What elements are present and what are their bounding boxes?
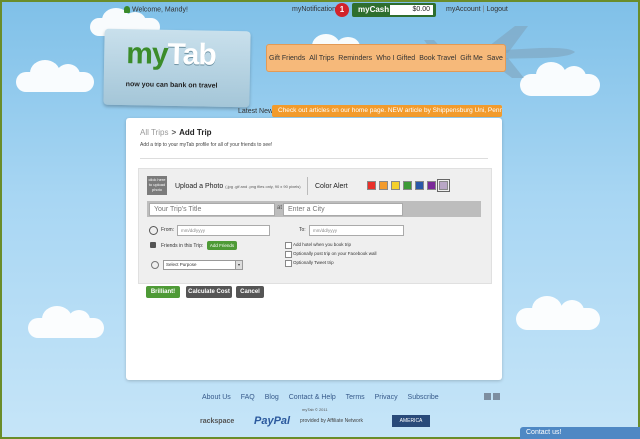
friends-label: Friends in this Trip: [161, 243, 204, 249]
calculate-cost-button[interactable]: Calculate Cost [186, 286, 232, 298]
cloud [28, 306, 104, 338]
divider [307, 177, 308, 195]
affiliate-network-logo[interactable]: provided by Affiliate Network [300, 418, 363, 424]
rackspace-logo[interactable]: rackspace [200, 418, 234, 425]
cloud [16, 60, 94, 92]
color-swatch-lavender[interactable] [437, 179, 450, 192]
add-trip-form: click here to upload photo Upload a Phot… [138, 168, 492, 284]
brilliant-button[interactable]: Brilliant! [146, 286, 180, 298]
mytab-logo[interactable]: myTab [126, 37, 216, 73]
page-subtitle: Add a trip to your myTab profile for all… [140, 142, 273, 148]
user-icon [124, 6, 130, 13]
main-nav: Gift Friends All Trips Reminders Who I G… [266, 44, 506, 72]
latest-news-ticker[interactable]: Check out articles on our home page. NEW… [272, 105, 502, 117]
color-swatch-green[interactable] [403, 181, 412, 190]
partner-logos: rackspace PayPal provided by Affiliate N… [196, 414, 436, 430]
chevron-down-icon: ▾ [235, 261, 242, 269]
color-swatch-yellow[interactable] [391, 181, 400, 190]
nav-who-i-gifted[interactable]: Who I Gifted [376, 55, 415, 62]
to-date-input[interactable]: mm/dd/yyyy [309, 225, 404, 236]
account-links: myAccount | Logout [446, 6, 508, 13]
footer-subscribe[interactable]: Subscribe [408, 394, 439, 401]
add-hotel-checkbox[interactable] [285, 242, 292, 249]
breadcrumb-all-trips[interactable]: All Trips [140, 128, 168, 137]
footer-about-us[interactable]: About Us [202, 394, 231, 401]
page-title: Add Trip [179, 128, 212, 137]
social-links [484, 393, 500, 400]
at-label: at [277, 205, 283, 211]
color-swatch-red[interactable] [367, 181, 376, 190]
copyright: myTab © 2011 [302, 407, 328, 412]
my-account-link[interactable]: myAccount [446, 6, 481, 13]
color-alert-label: Color Alert [315, 183, 348, 190]
add-purpose-icon[interactable] [151, 261, 159, 269]
top-bar: Welcome, Mandy! myNotifications 1 myCash… [0, 3, 640, 18]
from-date-input[interactable]: mm/dd/yyyy [177, 225, 270, 236]
add-friends-button[interactable]: Add Friends [207, 241, 237, 250]
footer-contact-help[interactable]: Contact & Help [289, 394, 336, 401]
footer-terms[interactable]: Terms [346, 394, 365, 401]
from-label: From: [161, 227, 175, 233]
contact-us-tab[interactable]: Contact us! [520, 427, 640, 439]
upload-photo-button[interactable]: click here to upload photo [147, 176, 167, 195]
notification-count-badge[interactable]: 1 [335, 3, 349, 17]
trip-title-input[interactable]: Your Trip's Title [149, 203, 275, 216]
logout-link[interactable]: Logout [486, 6, 507, 13]
mycash-amount: $0.00 [390, 5, 433, 15]
purpose-select[interactable]: Select Purpose ▾ [163, 260, 243, 270]
facebook-post-checkbox[interactable] [285, 251, 292, 258]
add-hotel-label: Add hotel when you book trip [293, 242, 352, 247]
welcome-message: Welcome, Mandy! [124, 6, 188, 13]
mycash-label: myCash [358, 5, 390, 14]
footer-privacy[interactable]: Privacy [375, 394, 398, 401]
nav-all-trips[interactable]: All Trips [309, 55, 334, 62]
nav-gift-friends[interactable]: Gift Friends [269, 55, 305, 62]
divider [140, 158, 488, 159]
color-swatch-purple[interactable] [427, 181, 436, 190]
cloud [516, 296, 600, 330]
color-swatch-blue[interactable] [415, 181, 424, 190]
color-swatches [367, 179, 450, 192]
breadcrumb: All Trips > Add Trip [140, 128, 212, 137]
paypal-logo[interactable]: PayPal [254, 415, 290, 427]
nav-book-travel[interactable]: Book Travel [419, 55, 456, 62]
friends-icon [150, 242, 156, 248]
logo-card[interactable]: myTab now you can bank on travel [103, 28, 251, 108]
twitter-icon[interactable] [493, 393, 500, 400]
footer-faq[interactable]: FAQ [241, 394, 255, 401]
facebook-icon[interactable] [484, 393, 491, 400]
tagline: now you can bank on travel [125, 81, 218, 90]
nav-reminders[interactable]: Reminders [338, 55, 372, 62]
cancel-button[interactable]: Cancel [236, 286, 264, 298]
notifications-link[interactable]: myNotifications [292, 6, 339, 13]
footer-blog[interactable]: Blog [265, 394, 279, 401]
add-trip-panel: All Trips > Add Trip Add a trip to your my… [126, 118, 502, 380]
tweet-checkbox[interactable] [285, 260, 292, 267]
footer-links: About Us FAQ Blog Contact & Help Terms P… [202, 394, 447, 401]
nav-save[interactable]: Save [487, 55, 503, 62]
tweet-label: Optionally Tweet trip [293, 260, 334, 265]
city-input[interactable]: Enter a City [283, 203, 403, 216]
nav-gift-me[interactable]: Gift Me [460, 55, 483, 62]
to-label: To: [299, 227, 306, 233]
color-swatch-orange[interactable] [379, 181, 388, 190]
clock-icon [149, 226, 158, 235]
mycash-widget[interactable]: myCash $0.00 [352, 3, 436, 17]
america-logo[interactable]: AMERICA [392, 415, 430, 427]
upload-photo-title: Upload a Photo (.jpg .gif and .png files… [175, 183, 301, 190]
facebook-post-label: Optionally post trip on your Facebook wa… [293, 251, 377, 256]
